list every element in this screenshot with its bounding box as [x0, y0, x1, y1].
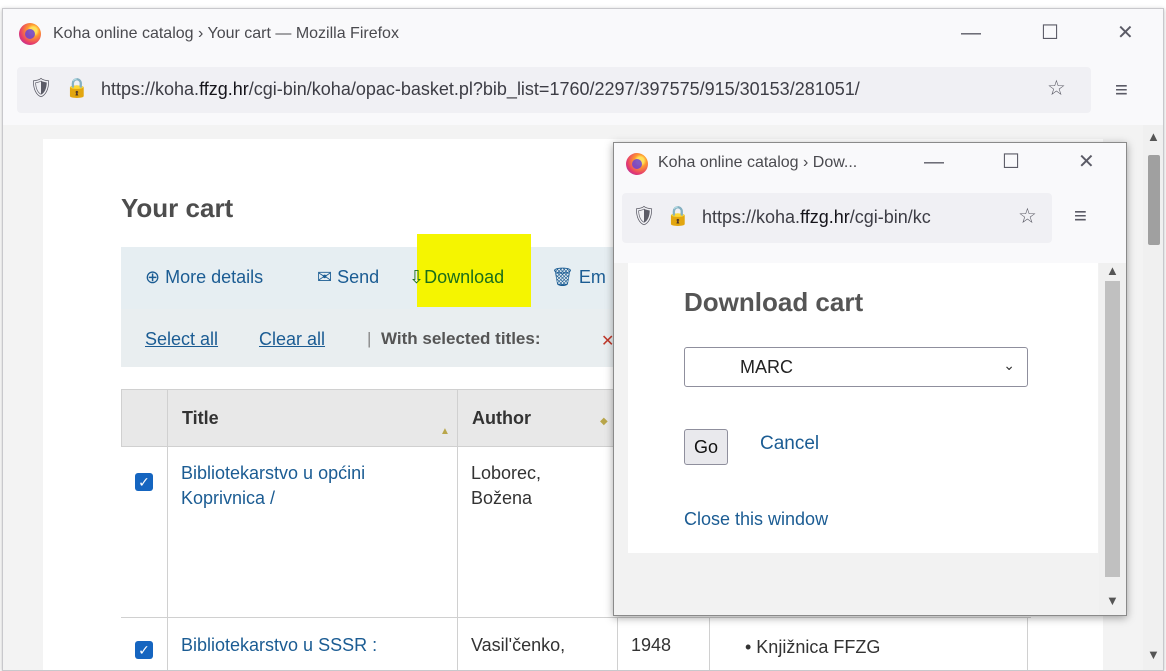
- more-details-button[interactable]: ⊕ More details: [145, 267, 263, 288]
- col-divider: [709, 617, 710, 670]
- shield-icon[interactable]: 🛡: [632, 207, 656, 226]
- with-selected-label: With selected titles:: [381, 329, 541, 348]
- col-divider: [457, 389, 458, 670]
- close-icon[interactable]: ✕: [1117, 23, 1134, 43]
- hamburger-menu-icon[interactable]: ≡: [1115, 79, 1128, 101]
- bookmark-star-icon[interactable]: ☆: [1018, 206, 1037, 227]
- popup-url-text[interactable]: https://koha.ffzg.hr/cgi-bin/kc: [702, 207, 1012, 228]
- url-prefix: https://koha.: [702, 207, 801, 227]
- popup-titlebar: Koha online catalog › Dow... — ☐ ✕: [614, 143, 1126, 193]
- popup-url-bar[interactable]: 🛡 🔒 https://koha.ffzg.hr/cgi-bin/kc ☆: [622, 193, 1052, 243]
- author-line: Božena: [471, 488, 533, 508]
- url-suffix: /cgi-bin/koha/opac-basket.pl?bib_list=17…: [248, 79, 860, 99]
- cart-toolbar: ⊕ More details ✉ Send ⇩Download 🗑 Em: [121, 234, 681, 309]
- bookmark-star-icon[interactable]: ☆: [1047, 78, 1066, 99]
- maximize-icon[interactable]: ☐: [1002, 152, 1020, 172]
- url-prefix: https://koha.: [101, 79, 200, 99]
- sort-icon[interactable]: ◆: [600, 416, 608, 427]
- scroll-down-icon[interactable]: ▼: [1147, 647, 1160, 662]
- download-form: Download cart MARC ⌄ Go Cancel Close thi…: [628, 263, 1098, 553]
- scroll-thumb[interactable]: [1148, 155, 1160, 245]
- clear-all-link[interactable]: Clear all: [259, 329, 325, 350]
- download-button[interactable]: ⇩Download: [409, 267, 504, 288]
- send-label: Send: [337, 267, 380, 287]
- selection-bar: Select all Clear all | With selected tit…: [121, 309, 681, 367]
- close-window-link[interactable]: Close this window: [684, 509, 828, 530]
- trash-icon: 🗑: [551, 267, 579, 287]
- title-line: Koprivnica /: [181, 488, 276, 508]
- url-domain: ffzg.hr: [800, 207, 850, 227]
- close-icon[interactable]: ✕: [1078, 152, 1095, 172]
- main-url-text[interactable]: https://koha.ffzg.hr/cgi-bin/koha/opac-b…: [101, 79, 1037, 100]
- header-title[interactable]: Title: [182, 408, 219, 429]
- shield-icon[interactable]: 🛡: [29, 79, 53, 98]
- col-divider: [167, 389, 168, 670]
- row-checkbox[interactable]: ✓: [135, 641, 153, 659]
- row-year: 1948: [631, 635, 672, 655]
- url-domain: ffzg.hr: [199, 79, 249, 99]
- sort-asc-icon[interactable]: ▲: [440, 426, 450, 437]
- author-line: Loborec,: [471, 463, 542, 483]
- lock-icon[interactable]: 🔒: [65, 79, 89, 98]
- go-button[interactable]: Go: [684, 429, 728, 465]
- main-window-title: Koha online catalog › Your cart — Mozill…: [53, 25, 399, 42]
- popup-window-title: Koha online catalog › Dow...: [658, 154, 858, 171]
- format-select[interactable]: MARC ⌄: [684, 347, 1028, 387]
- send-button[interactable]: ✉ Send: [317, 267, 379, 288]
- empty-cart-button[interactable]: 🗑 Em: [551, 267, 606, 288]
- minimize-icon[interactable]: —: [924, 152, 944, 172]
- scroll-up-icon[interactable]: ▲: [1147, 129, 1160, 144]
- download-label: Download: [424, 267, 505, 287]
- col-divider: [617, 617, 618, 670]
- select-all-link[interactable]: Select all: [145, 329, 218, 350]
- row-divider: [121, 617, 1031, 618]
- row-title-link[interactable]: Bibliotekarstvo u SSSR :: [181, 633, 377, 658]
- chevron-down-icon: ⌄: [1003, 357, 1015, 373]
- row-title-link[interactable]: Bibliotekarstvo u općini Koprivnica /: [181, 461, 365, 511]
- main-scrollbar[interactable]: ▲ ▼: [1143, 125, 1163, 670]
- header-author[interactable]: Author: [472, 408, 531, 429]
- url-suffix: /cgi-bin/kc: [849, 207, 931, 227]
- firefox-logo-icon: [626, 153, 648, 175]
- envelope-icon: ✉: [317, 267, 338, 287]
- main-url-bar[interactable]: 🛡 🔒 https://koha.ffzg.hr/cgi-bin/koha/op…: [17, 67, 1091, 113]
- scroll-down-icon[interactable]: ▼: [1106, 593, 1119, 608]
- row-checkbox[interactable]: ✓: [135, 473, 153, 491]
- scroll-up-icon[interactable]: ▲: [1106, 263, 1119, 278]
- main-titlebar: Koha online catalog › Your cart — Mozill…: [3, 9, 1163, 59]
- maximize-icon[interactable]: ☐: [1041, 23, 1059, 43]
- row-author: Vasil'čenko,: [471, 635, 566, 655]
- lock-icon[interactable]: 🔒: [666, 207, 690, 226]
- download-popup-window: Koha online catalog › Dow... — ☐ ✕ 🛡 🔒 h…: [613, 142, 1127, 616]
- download-cart-heading: Download cart: [684, 287, 864, 317]
- zoom-in-icon: ⊕: [145, 267, 166, 287]
- hamburger-menu-icon[interactable]: ≡: [1074, 205, 1087, 227]
- empty-label: Em: [578, 267, 606, 287]
- col-divider: [1027, 617, 1028, 670]
- firefox-logo-icon: [19, 23, 41, 45]
- download-icon: ⇩: [409, 267, 425, 287]
- separator: |: [367, 329, 372, 348]
- more-details-label: More details: [165, 267, 264, 287]
- cancel-link[interactable]: Cancel: [760, 433, 819, 455]
- desktop: Koha online catalog › Your cart — Mozill…: [0, 0, 1166, 671]
- popup-scrollbar[interactable]: ▲ ▼: [1099, 263, 1126, 615]
- row-author: Loborec, Božena: [471, 461, 541, 511]
- page-title: Your cart: [121, 193, 234, 223]
- popup-content: Download cart MARC ⌄ Go Cancel Close thi…: [614, 263, 1100, 615]
- title-line: Bibliotekarstvo u općini: [181, 463, 366, 483]
- scroll-thumb[interactable]: [1105, 281, 1120, 577]
- row-location: • Knjižnica FFZG: [745, 637, 881, 657]
- format-selected-value: MARC: [740, 357, 793, 377]
- minimize-icon[interactable]: —: [961, 23, 981, 43]
